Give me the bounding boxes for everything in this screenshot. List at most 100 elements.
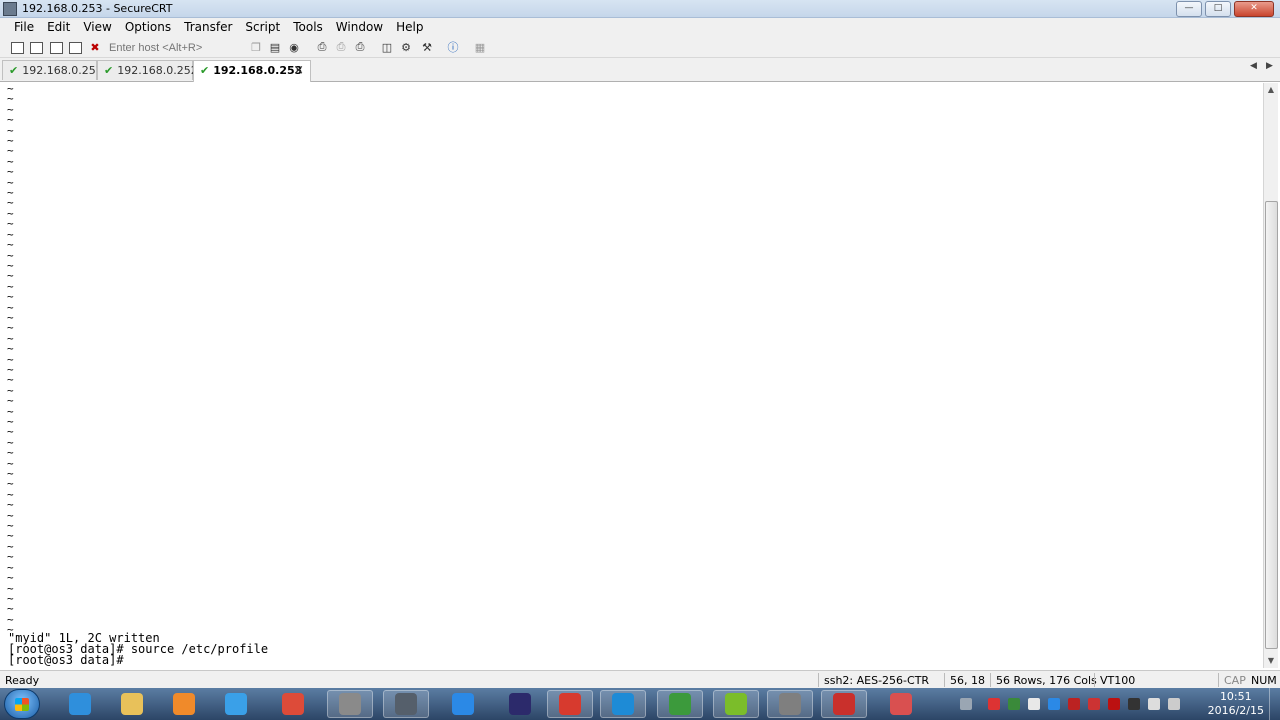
options-icon[interactable]: ⚙ xyxy=(399,40,413,54)
menu-transfer[interactable]: Transfer xyxy=(176,18,237,34)
tab-scroll-right-icon[interactable]: ▶ xyxy=(1266,61,1273,71)
window-title: 192.168.0.253 - SecureCRT xyxy=(22,2,173,15)
status-encryption: ssh2: AES-256-CTR xyxy=(824,674,930,687)
print-setup-icon[interactable]: ⎙ xyxy=(353,40,367,54)
show-desktop-button[interactable] xyxy=(1269,688,1280,720)
maximize-button[interactable]: □ xyxy=(1205,1,1231,17)
chrome-icon xyxy=(282,693,304,715)
menu-window[interactable]: Window xyxy=(328,18,388,34)
terminal-screen[interactable]: ~ ~ ~ ~ ~ ~ ~ ~ ~ ~ ~ ~ ~ ~ ~ ~ ~ ~ ~ ~ … xyxy=(5,82,1262,668)
menu-script[interactable]: Script xyxy=(237,18,285,34)
mindmap-icon xyxy=(725,693,747,715)
disconnect-icon[interactable]: ✖ xyxy=(88,40,102,54)
securecrt-secure-icon xyxy=(395,693,417,715)
taskbar-file-explorer-button[interactable] xyxy=(109,690,155,718)
close-button[interactable]: ✕ xyxy=(1234,1,1274,17)
enter-host-input[interactable] xyxy=(106,39,241,57)
menu-options[interactable]: Options xyxy=(117,18,176,34)
tab-close-icon[interactable]: × xyxy=(293,61,304,81)
terminal-line: [root@os3 data]# xyxy=(8,653,131,667)
keyboard-tray-icon[interactable] xyxy=(960,698,972,710)
menu-tools[interactable]: Tools xyxy=(285,18,328,34)
securecrt-app-icon[interactable] xyxy=(3,2,17,16)
taskbar-eclipse-button[interactable] xyxy=(497,690,543,718)
paste-icon[interactable]: ▤ xyxy=(268,40,282,54)
scroll-up-icon[interactable]: ▲ xyxy=(1264,83,1278,97)
scroll-thumb[interactable] xyxy=(1265,201,1278,649)
taskbar-chrome-button[interactable] xyxy=(270,690,316,718)
tray-app-icon[interactable] xyxy=(988,698,1000,710)
taskbar-securecrt-secure-button[interactable] xyxy=(383,690,429,718)
feather-app-icon xyxy=(452,693,474,715)
status-cursor-position: 56, 18 xyxy=(950,674,985,687)
eclipse-icon xyxy=(509,693,531,715)
menu-help[interactable]: Help xyxy=(388,18,428,34)
connected-check-icon: ✔ xyxy=(200,64,210,77)
menu-file[interactable]: File xyxy=(0,18,39,34)
scroll-down-icon[interactable]: ▼ xyxy=(1264,654,1278,668)
windows-taskbar: 10:51 2016/2/15 xyxy=(0,688,1280,720)
tab-scroll-left-icon[interactable]: ◀ xyxy=(1250,61,1257,71)
reconnect-icon[interactable] xyxy=(69,42,82,54)
tray-app-icon[interactable] xyxy=(1068,698,1080,710)
sftp-icon[interactable]: ◫ xyxy=(380,40,394,54)
taskbar-securecrt-button[interactable] xyxy=(767,690,813,718)
print-selection-icon[interactable]: ⎙ xyxy=(334,40,348,54)
connect-icon[interactable] xyxy=(11,42,24,54)
foxit-reader-icon xyxy=(833,693,855,715)
copy-icon[interactable]: ❐ xyxy=(249,40,263,54)
taskbar-baidu-cloud-button[interactable] xyxy=(213,690,259,718)
status-bar: Ready ssh2: AES-256-CTR 56, 18 56 Rows, … xyxy=(0,670,1280,689)
taskbar-eraser-tool-button[interactable] xyxy=(878,690,924,718)
keyboard-icon[interactable]: ▦ xyxy=(473,40,487,54)
tray-app-icon[interactable] xyxy=(1048,698,1060,710)
tray-app-icon[interactable] xyxy=(1008,698,1020,710)
connect-in-tab-icon[interactable] xyxy=(50,42,63,54)
find-icon[interactable]: ◉ xyxy=(287,40,301,54)
quick-connect-icon[interactable] xyxy=(30,42,43,54)
taskbar-mindmap-button[interactable] xyxy=(713,690,759,718)
securecrt-icon xyxy=(779,693,801,715)
network-icon[interactable] xyxy=(1148,698,1160,710)
tray-app-icon[interactable] xyxy=(1108,698,1120,710)
taskbar-virtualbox-button[interactable] xyxy=(600,690,646,718)
menu-view[interactable]: View xyxy=(75,18,116,34)
taskbar-putty-pdf-button[interactable] xyxy=(657,690,703,718)
taskbar-internet-explorer-button[interactable] xyxy=(57,690,103,718)
taskbar-media-player-button[interactable] xyxy=(161,690,207,718)
clock-date: 2016/2/15 xyxy=(1207,704,1264,717)
minimize-button[interactable]: — xyxy=(1176,1,1202,17)
tab-192-168-0-253[interactable]: ✔ 192.168.0.253 × xyxy=(193,60,311,82)
tray-app-icon[interactable] xyxy=(1028,698,1040,710)
media-player-icon xyxy=(173,693,195,715)
status-emulation: VT100 xyxy=(1100,674,1136,687)
vim-empty-lines: ~ ~ ~ ~ ~ ~ ~ ~ ~ ~ ~ ~ ~ ~ ~ ~ ~ ~ ~ ~ … xyxy=(7,82,14,637)
vertical-scrollbar[interactable]: ▲ ▼ xyxy=(1263,83,1278,668)
taskbar-feather-app-button[interactable] xyxy=(440,690,486,718)
taskbar-clock[interactable]: 10:51 2016/2/15 xyxy=(1208,690,1264,718)
tab-label: 192.168.0.251 xyxy=(22,64,103,77)
volume-icon[interactable] xyxy=(1168,698,1180,710)
taskbar-securecrt-launcher-button[interactable] xyxy=(327,690,373,718)
window-controls: — □ ✕ xyxy=(1173,1,1274,17)
connected-check-icon: ✔ xyxy=(104,64,114,77)
system-tray: 10:51 2016/2/15 xyxy=(960,688,1280,720)
keymap-icon[interactable]: ⚒ xyxy=(420,40,434,54)
tray-app-icon[interactable] xyxy=(1088,698,1100,710)
session-tab-bar: ✔ 192.168.0.251 ✔ 192.168.0.252 ✔ 192.168.0… xyxy=(0,58,1280,82)
baidu-cloud-icon xyxy=(225,693,247,715)
status-terminal-size: 56 Rows, 176 Cols xyxy=(996,674,1097,687)
help-icon[interactable]: ⓘ xyxy=(446,40,460,54)
start-button[interactable] xyxy=(4,689,40,719)
taskbar-foxit-reader-button[interactable] xyxy=(821,690,867,718)
clock-time: 10:51 xyxy=(1219,690,1252,703)
connected-check-icon: ✔ xyxy=(9,64,19,77)
tab-192-168-0-251[interactable]: ✔ 192.168.0.251 xyxy=(2,60,103,80)
print-icon[interactable]: ⎙ xyxy=(315,40,329,54)
taskbar-filezilla-button[interactable] xyxy=(547,690,593,718)
menu-edit[interactable]: Edit xyxy=(39,18,75,34)
tab-label: 192.168.0.252 xyxy=(117,64,198,77)
tray-app-icon[interactable] xyxy=(1128,698,1140,710)
tab-192-168-0-252[interactable]: ✔ 192.168.0.252 xyxy=(97,60,198,80)
eraser-tool-icon xyxy=(890,693,912,715)
